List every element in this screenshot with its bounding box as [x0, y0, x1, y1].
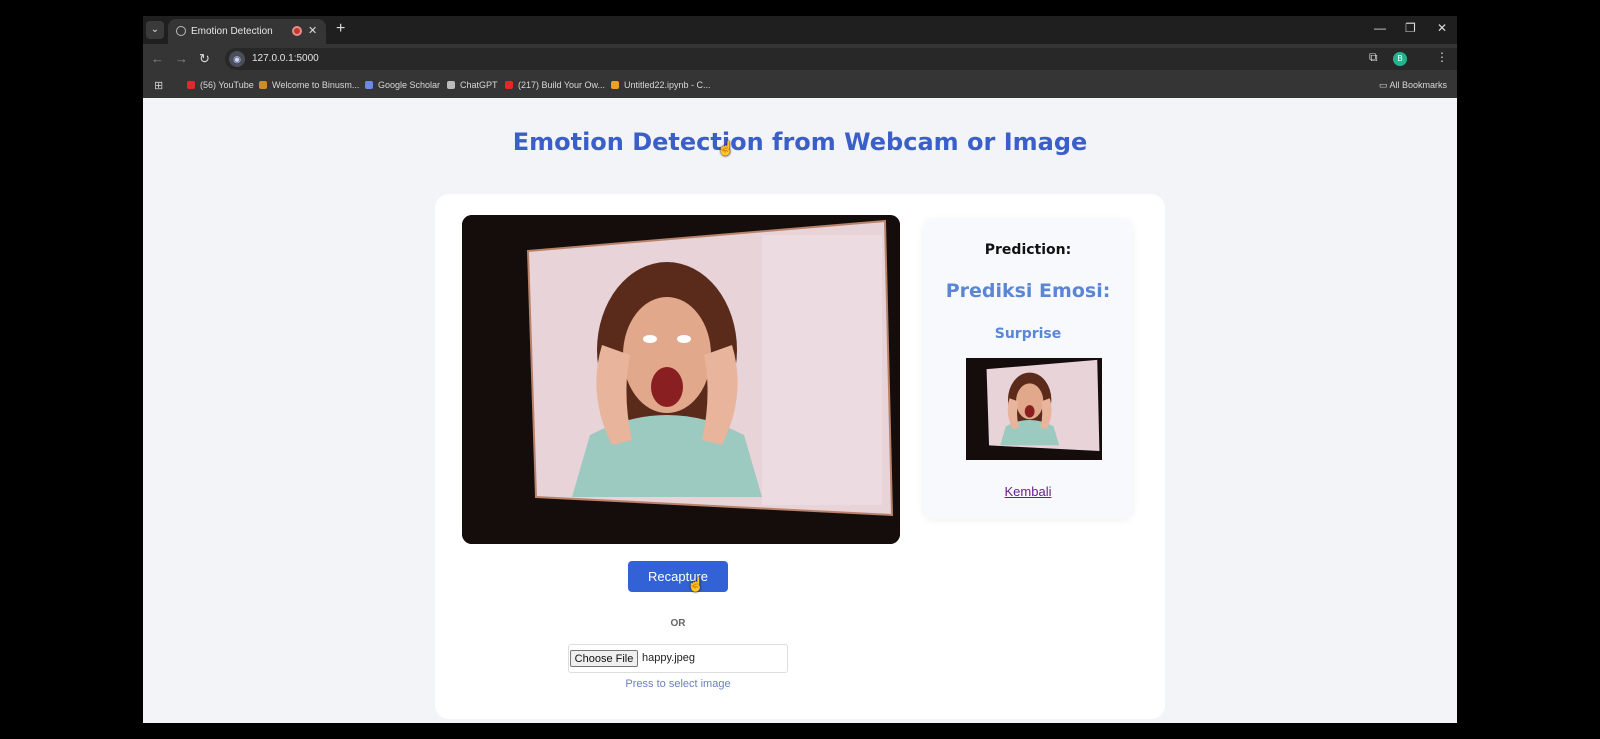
menu-kebab-icon[interactable]: ⋮ — [1436, 50, 1448, 64]
page-title: Emotion Detection from Webcam or Image — [512, 128, 1088, 156]
webcam-preview — [462, 215, 900, 544]
thumbnail-photo — [966, 358, 1102, 460]
tab-emotion-detection[interactable]: Emotion Detection ✕ — [168, 19, 326, 44]
bookmark-item[interactable]: ChatGPT — [447, 80, 498, 90]
back-link[interactable]: Kembali — [923, 484, 1133, 499]
bookmarks-bar: ⊞ (56) YouTube Welcome to Binusm... Goog… — [143, 74, 1457, 98]
scholar-icon — [365, 81, 373, 89]
bookmark-item[interactable]: Google Scholar — [365, 80, 440, 90]
close-window-icon[interactable]: ✕ — [1437, 21, 1447, 35]
bookmark-label: (217) Build Your Ow... — [518, 80, 606, 90]
minimize-icon[interactable]: — — [1374, 21, 1386, 35]
bookmark-item[interactable]: Welcome to Binusm... — [259, 80, 359, 90]
bookmark-label: Google Scholar — [378, 80, 441, 90]
bookmark-label: Welcome to Binusm... — [272, 80, 360, 90]
reload-icon[interactable]: ↻ — [199, 51, 210, 67]
prediction-value: Surprise — [994, 326, 1062, 342]
all-bookmarks-label: All Bookmarks — [1389, 80, 1447, 90]
prediction-title: Prediksi Emosi: — [945, 280, 1111, 302]
prediction-thumbnail — [966, 358, 1102, 460]
profile-avatar[interactable]: B — [1393, 52, 1407, 66]
apps-grid-icon[interactable]: ⊞ — [154, 79, 163, 92]
bookmark-item[interactable]: (217) Build Your Ow... — [505, 80, 605, 90]
prediction-panel: Prediction: Prediksi Emosi: Surprise Kem… — [923, 218, 1133, 518]
folder-icon: ▭ — [1378, 80, 1390, 90]
bookmark-item[interactable]: (56) YouTube — [187, 80, 254, 90]
all-bookmarks[interactable]: ▭ All Bookmarks — [1379, 80, 1447, 91]
forward-icon[interactable]: → — [175, 51, 188, 66]
globe-icon — [176, 26, 186, 36]
new-tab-icon[interactable]: + — [336, 20, 345, 38]
address-bar[interactable]: ◉ 127.0.0.1:5000 ☆ — [225, 48, 1457, 70]
page-content: Emotion Detection from Webcam or Image R… — [143, 98, 1457, 723]
close-tab-icon[interactable]: ✕ — [308, 24, 317, 37]
colab-icon — [611, 81, 619, 89]
or-separator: OR — [670, 618, 686, 629]
file-hint: Press to select image — [625, 678, 731, 690]
tab-strip: ⌄ Emotion Detection ✕ + — ❐ ✕ — [143, 16, 1457, 44]
main-card: Recapture OR Choose File happy.jpeg Pres… — [435, 194, 1165, 719]
selected-file-name: happy.jpeg — [642, 652, 696, 664]
browser-window: ⌄ Emotion Detection ✕ + — ❐ ✕ ← → ↻ ◉ 12… — [143, 16, 1457, 723]
url-text: 127.0.0.1:5000 — [252, 53, 319, 64]
youtube-icon — [187, 81, 195, 89]
bookmark-label: Untitled22.ipynb - C... — [624, 80, 711, 90]
extensions-icon[interactable]: ⧉ — [1369, 50, 1378, 65]
bookmark-label: (56) YouTube — [200, 80, 254, 90]
recording-icon — [292, 26, 302, 36]
choose-file-button[interactable]: Choose File — [570, 650, 638, 667]
prediction-heading: Prediction: — [984, 242, 1072, 258]
site-info-icon[interactable]: ◉ — [229, 51, 245, 67]
chatgpt-icon — [447, 81, 455, 89]
bookmark-label: ChatGPT — [460, 80, 498, 90]
restore-icon[interactable]: ❐ — [1405, 21, 1416, 35]
youtube-icon — [505, 81, 513, 89]
browser-toolbar: ← → ↻ ◉ 127.0.0.1:5000 ☆ — [143, 44, 1457, 74]
mouse-cursor-icon: ☝ — [717, 140, 735, 156]
bookmark-item[interactable]: Untitled22.ipynb - C... — [611, 80, 711, 90]
site-icon — [259, 81, 267, 89]
mouse-cursor-icon: ☝ — [687, 576, 705, 592]
file-input[interactable]: Choose File happy.jpeg — [568, 644, 788, 673]
back-icon[interactable]: ← — [151, 51, 164, 66]
captured-photo — [462, 215, 900, 544]
tab-title: Emotion Detection — [191, 26, 273, 37]
recapture-button[interactable]: Recapture — [628, 561, 728, 592]
tab-search-icon[interactable]: ⌄ — [146, 21, 164, 39]
